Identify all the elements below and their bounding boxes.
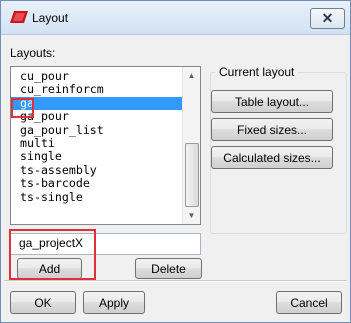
calculated-sizes-button[interactable]: Calculated sizes... <box>211 146 333 169</box>
table-layout-button[interactable]: Table layout... <box>211 90 333 113</box>
list-item[interactable]: ga_pour <box>11 109 182 123</box>
scroll-up-icon[interactable]: ▲ <box>183 67 200 84</box>
list-item[interactable]: ts-assembly <box>11 163 182 177</box>
list-item[interactable]: single <box>11 149 182 163</box>
list-item[interactable]: ts-single <box>11 190 182 204</box>
scrollbar-thumb[interactable] <box>185 143 199 207</box>
close-button[interactable]: ✕ <box>310 8 345 29</box>
layouts-list[interactable]: cu_pour cu_reinforcm ga ga_pour ga_pour_list… <box>10 66 201 225</box>
ok-button[interactable]: OK <box>10 291 76 314</box>
layout-dialog: Layout ✕ Layouts: cu_pour cu_reinforcm ga g… <box>0 0 351 323</box>
list-item[interactable]: ts-barcode <box>11 176 182 190</box>
layouts-list-items: cu_pour cu_reinforcm ga ga_pour ga_pour_list… <box>11 69 182 204</box>
current-layout-title: Current layout <box>215 65 299 79</box>
delete-button[interactable]: Delete <box>135 258 202 279</box>
title-bar: Layout ✕ <box>1 1 350 35</box>
list-item[interactable]: ga_pour_list <box>11 123 182 137</box>
layouts-scrollbar[interactable]: ▲ ▼ <box>182 67 200 224</box>
fixed-sizes-button[interactable]: Fixed sizes... <box>211 118 333 141</box>
cancel-button[interactable]: Cancel <box>276 291 342 314</box>
add-area-highlight-box <box>9 229 96 280</box>
window-title: Layout <box>32 11 69 25</box>
list-item[interactable]: multi <box>11 136 182 150</box>
app-icon <box>10 11 28 23</box>
list-item[interactable]: ga <box>11 96 182 111</box>
selection-highlight-box <box>11 98 34 118</box>
apply-button[interactable]: Apply <box>83 291 145 314</box>
list-item[interactable]: cu_reinforcm <box>11 82 182 96</box>
scroll-down-icon[interactable]: ▼ <box>183 207 200 224</box>
footer-divider <box>4 280 347 282</box>
list-item[interactable]: cu_pour <box>11 69 182 83</box>
close-icon: ✕ <box>321 10 334 26</box>
layouts-label: Layouts: <box>10 46 56 60</box>
